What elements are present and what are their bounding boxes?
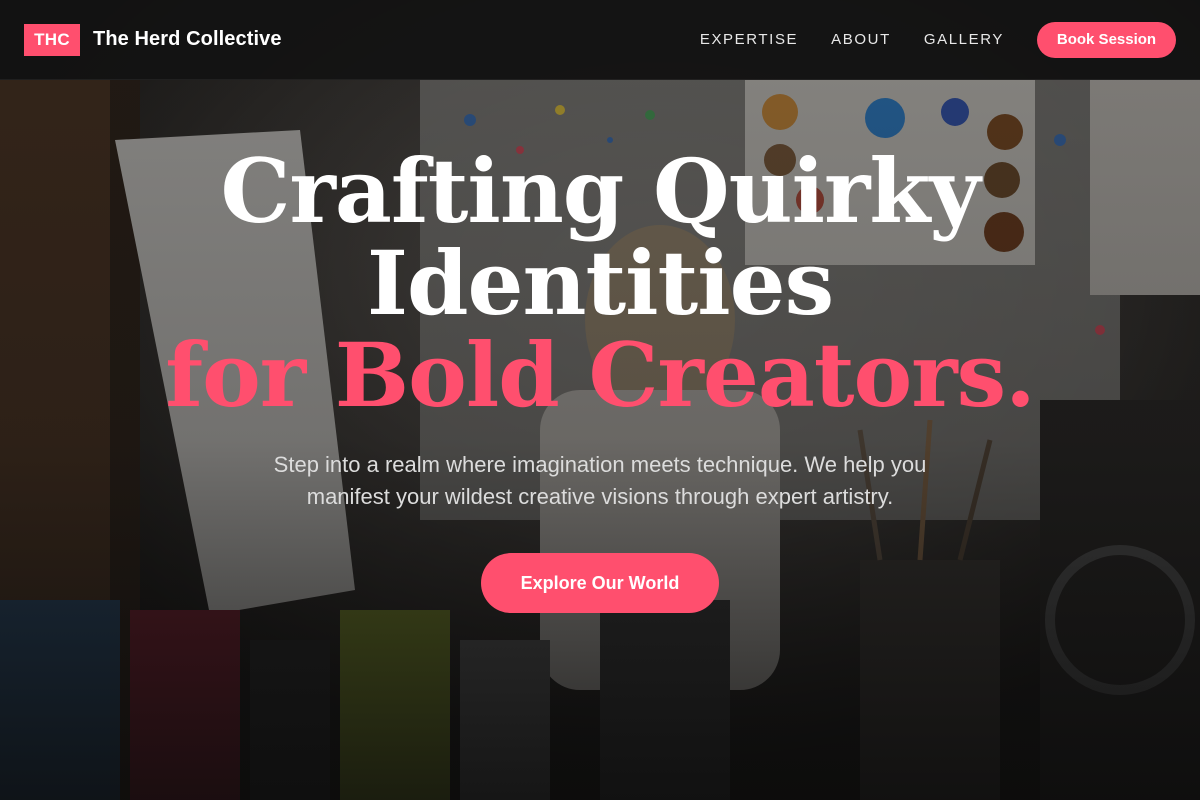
hero-title-line-2: Identities	[366, 231, 834, 335]
nav-link-gallery[interactable]: GALLERY	[924, 31, 1004, 48]
hero-title-accent-line: for Bold Creators.	[165, 323, 1036, 427]
hero-section: Crafting Quirky Identities for Bold Crea…	[0, 145, 1200, 613]
brand[interactable]: THC The Herd Collective	[24, 23, 282, 56]
page: THC The Herd Collective EXPERTISE ABOUT …	[0, 0, 1200, 800]
brand-name[interactable]: The Herd Collective	[93, 28, 282, 51]
hero-subtitle: Step into a realm where imagination meet…	[273, 452, 927, 509]
book-session-button[interactable]: Book Session	[1037, 21, 1176, 58]
nav-link-about[interactable]: ABOUT	[831, 31, 891, 48]
nav-link-expertise[interactable]: EXPERTISE	[700, 31, 798, 48]
explore-our-world-button[interactable]: Explore Our World	[481, 553, 719, 613]
hero-title: Crafting Quirky Identities for Bold Crea…	[0, 145, 1200, 421]
logo-badge[interactable]: THC	[24, 23, 80, 56]
main-nav: EXPERTISE ABOUT GALLERY Book Session	[700, 21, 1176, 58]
site-header: THC The Herd Collective EXPERTISE ABOUT …	[0, 0, 1200, 80]
hero-title-line-1: Crafting Quirky	[220, 139, 980, 243]
